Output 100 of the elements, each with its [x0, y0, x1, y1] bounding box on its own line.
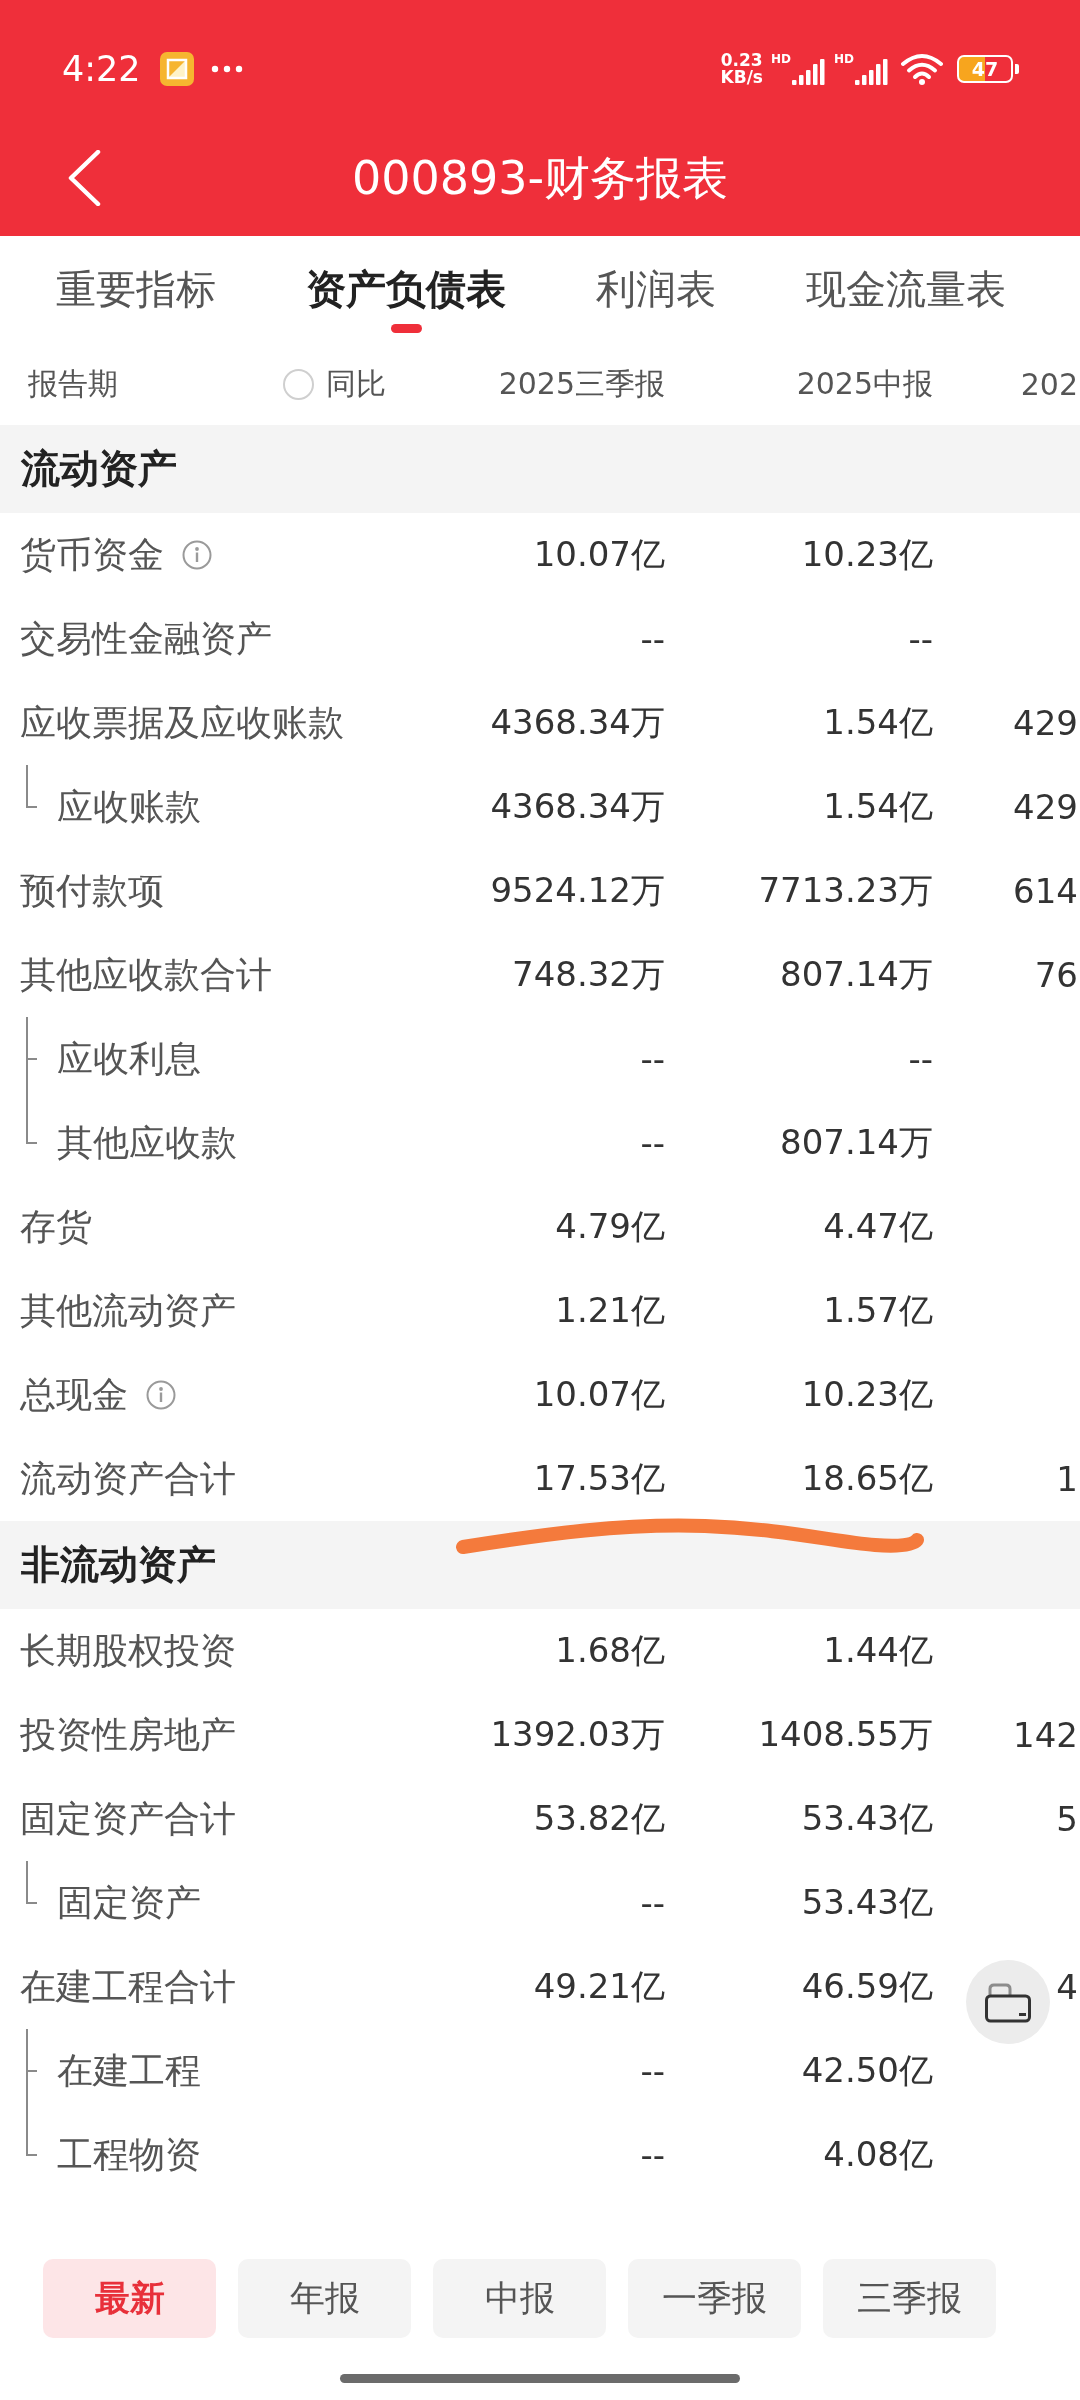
period-button[interactable]: 最新: [43, 2259, 216, 2338]
period-button[interactable]: 一季报: [628, 2259, 801, 2338]
table-cell-text: 1.68亿: [555, 1629, 665, 1672]
table-cell: 142: [1013, 1715, 1078, 1755]
table-cell: 429: [1013, 787, 1078, 827]
row-label: 在建工程: [57, 2048, 201, 2093]
period-button[interactable]: 年报: [238, 2259, 411, 2338]
row-label: 长期股权投资: [20, 1628, 236, 1673]
table-cell-text: 4.08亿: [823, 2133, 933, 2176]
tree-connector: [26, 1861, 37, 1904]
table-cell-text: 4368.34万: [490, 785, 665, 828]
table-cell: 76: [1034, 955, 1078, 995]
app-notification-icon: [159, 52, 194, 86]
table-cell-text: 7713.23万: [758, 869, 933, 912]
page-title: 000893-财务报表: [351, 155, 729, 201]
wallet-icon: [985, 1981, 1031, 2023]
network-speed-unit: KB/s: [720, 69, 763, 86]
section-header: 非流动资产: [0, 1521, 1080, 1609]
section-header: 流动资产: [0, 425, 1080, 513]
table-cell-text: 53.43亿: [801, 1881, 933, 1924]
table-cell-text: 1.44亿: [823, 1629, 933, 1672]
column-header: 报告期: [28, 364, 118, 403]
table-cell-text: 4.79亿: [555, 1205, 665, 1248]
row-label: 固定资产: [57, 1880, 201, 1925]
row-label: 应收利息: [57, 1036, 201, 1081]
row-label: 固定资产合计: [20, 1796, 236, 1841]
wifi-icon: [901, 53, 943, 85]
tree-connector: [26, 765, 37, 808]
table-cell-text: 10.23亿: [801, 1373, 933, 1416]
table-cell-text: 4368.34万: [490, 701, 665, 744]
row-label: 存货: [20, 1204, 92, 1249]
table-cell-text: 17.53亿: [533, 1457, 665, 1500]
table-cell-text: 1.21亿: [555, 1289, 665, 1332]
tab[interactable]: 重要指标: [56, 236, 216, 343]
radio-button[interactable]: [283, 368, 314, 400]
column-header: 2025中报: [796, 364, 933, 403]
table-cell: 429: [1013, 703, 1078, 743]
radio-label: 同比: [326, 364, 386, 403]
row-label: 应收账款: [57, 784, 201, 829]
row-label: 投资性房地产: [20, 1712, 236, 1757]
row-label: 其他应收款: [57, 1120, 237, 1165]
table-cell: --: [640, 2051, 665, 2091]
back-icon[interactable]: [67, 150, 101, 206]
status-time: 4:22: [62, 51, 141, 87]
signal-icon: [792, 59, 826, 85]
info-icon[interactable]: [182, 540, 212, 570]
table-cell: 1: [1056, 1459, 1078, 1499]
table-cell: --: [640, 1883, 665, 1923]
tab[interactable]: 现金流量表: [806, 236, 1006, 343]
battery-indicator: 47: [957, 55, 1019, 83]
row-label: 总现金: [20, 1372, 128, 1417]
tab[interactable]: 利润表: [596, 236, 716, 343]
table-cell-text: 748.32万: [512, 953, 665, 996]
table-cell-text: 10.07亿: [533, 533, 665, 576]
signal-icon: [855, 59, 889, 85]
table-cell-text: 1.54亿: [823, 701, 933, 744]
more-icon: [210, 65, 243, 73]
table-cell-text: 1408.55万: [758, 1713, 933, 1756]
table-cell: --: [640, 619, 665, 659]
table-cell: 614: [1013, 871, 1078, 911]
tab[interactable]: 资产负债表: [306, 236, 506, 343]
table-cell-text: 10.07亿: [533, 1373, 665, 1416]
table-cell-text: 10.23亿: [801, 533, 933, 576]
row-label: 货币资金: [20, 532, 164, 577]
table-cell-text: 4.47亿: [823, 1205, 933, 1248]
table-cell-text: 9524.12万: [490, 869, 665, 912]
network-type-label: HD: [834, 53, 854, 65]
column-header: 202: [1020, 366, 1078, 402]
table-cell-text: 1392.03万: [490, 1713, 665, 1756]
table-cell: --: [640, 1039, 665, 1079]
table-cell: 5: [1056, 1799, 1078, 1839]
table-cell-text: 46.59亿: [801, 1965, 933, 2008]
row-label: 其他应收款合计: [20, 952, 272, 997]
network-type-label: HD: [770, 53, 791, 65]
table-cell-text: 18.65亿: [801, 1457, 933, 1500]
table-cell-text: 49.21亿: [533, 1965, 665, 2008]
table-cell-text: 53.43亿: [801, 1797, 933, 1840]
table-cell: 4: [1056, 1967, 1078, 2007]
table-cell: --: [640, 1123, 665, 1163]
table-cell-text: 42.50亿: [801, 2049, 933, 2092]
table-cell: --: [640, 2135, 665, 2175]
info-icon[interactable]: [146, 1380, 176, 1410]
network-speed: 0.23: [720, 52, 763, 69]
row-label: 其他流动资产: [20, 1288, 236, 1333]
table-cell-text: 807.14万: [780, 953, 933, 996]
row-label: 应收票据及应收账款: [20, 700, 344, 745]
row-label: 在建工程合计: [20, 1964, 236, 2009]
table-cell: --: [908, 619, 933, 659]
row-label: 流动资产合计: [20, 1456, 236, 1501]
table-cell-text: 807.14万: [780, 1121, 933, 1164]
table-cell-text: 1.57亿: [823, 1289, 933, 1332]
period-button[interactable]: 中报: [433, 2259, 606, 2338]
table-cell-text: 1.54亿: [823, 785, 933, 828]
row-label: 交易性金融资产: [20, 616, 272, 661]
period-button[interactable]: 三季报: [823, 2259, 996, 2338]
row-label: 预付款项: [20, 868, 164, 913]
column-header: 2025三季报: [498, 364, 665, 403]
table-cell-text: 53.82亿: [533, 1797, 665, 1840]
row-label: 工程物资: [57, 2132, 201, 2177]
table-cell: --: [908, 1039, 933, 1079]
